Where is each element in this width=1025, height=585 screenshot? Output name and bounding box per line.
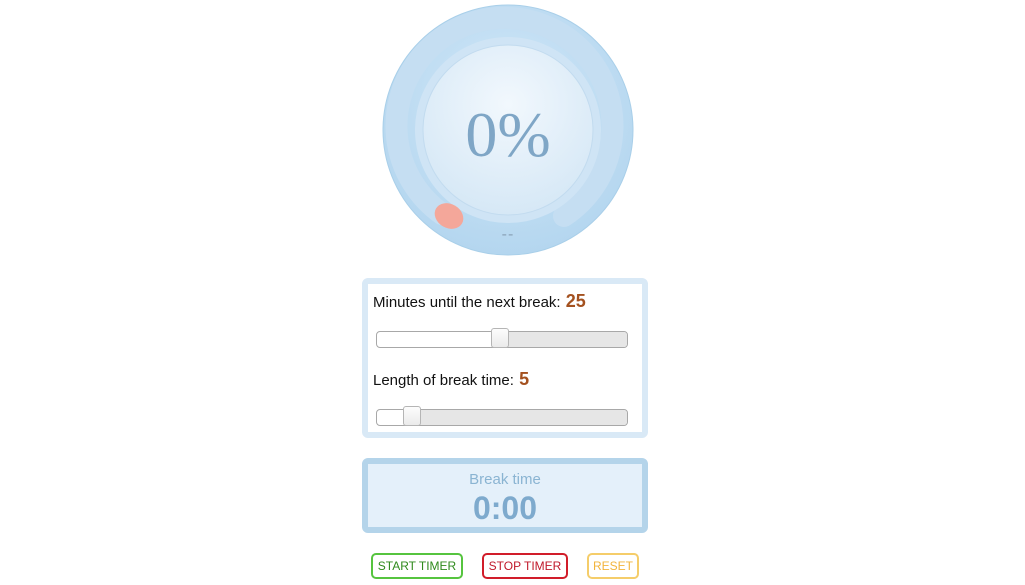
work-minutes-label: Minutes until the next break: 25 (373, 291, 586, 312)
progress-dial: 0% -- (382, 4, 634, 256)
break-length-value: 5 (519, 369, 530, 389)
break-length-slider[interactable] (376, 406, 628, 426)
reset-button[interactable]: RESET (587, 553, 639, 579)
work-minutes-slider-track (499, 332, 627, 347)
work-minutes-slider[interactable] (376, 328, 628, 348)
start-timer-button[interactable]: START TIMER (371, 553, 463, 579)
break-length-slider-thumb[interactable] (403, 406, 421, 426)
break-time-panel: Break time 0:00 (362, 458, 648, 533)
stop-timer-button[interactable]: STOP TIMER (482, 553, 568, 579)
settings-panel: Minutes until the next break: 25 Length … (362, 278, 648, 438)
break-time-label: Break time (469, 471, 541, 488)
work-minutes-value: 25 (565, 291, 586, 311)
dial-status-text: -- (501, 226, 515, 243)
work-minutes-label-text: Minutes until the next break: (373, 294, 561, 311)
break-length-label-text: Length of break time: (373, 372, 514, 389)
break-length-label: Length of break time: 5 (373, 369, 529, 390)
break-time-countdown: 0:00 (472, 490, 538, 526)
break-length-slider-track (412, 410, 627, 425)
work-minutes-slider-thumb[interactable] (490, 328, 509, 348)
progress-percent: 0% (465, 99, 551, 170)
